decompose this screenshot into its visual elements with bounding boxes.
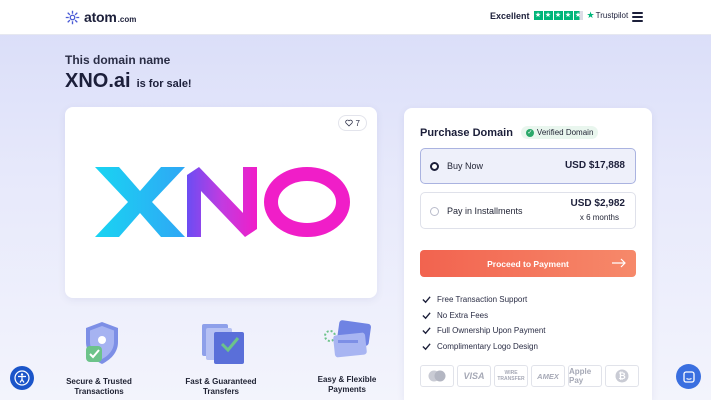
verified-label: Verified Domain xyxy=(536,128,594,137)
for-sale-text: is for sale! xyxy=(136,78,192,90)
verified-badge: ✓ Verified Domain xyxy=(520,126,599,139)
amex-icon: AMEX xyxy=(531,365,565,387)
option-price: USD $2,982 xyxy=(570,198,625,209)
xno-wordmark-logo xyxy=(95,167,350,237)
proceed-label: Proceed to Payment xyxy=(487,258,569,269)
atom-logo-icon xyxy=(65,10,80,24)
svg-text:₿: ₿ xyxy=(618,371,625,382)
trustpilot-star-icon: ★ xyxy=(586,10,595,20)
accessibility-icon xyxy=(14,370,30,386)
star-icon: ★ xyxy=(543,11,553,20)
feature-transfers: Fast & Guaranteed Transfers xyxy=(176,320,266,397)
purchase-card: Purchase Domain ✓ Verified Domain Buy No… xyxy=(404,108,652,400)
domain-logo-card: 7 xyxy=(65,107,377,298)
purchase-title: Purchase Domain xyxy=(420,126,513,139)
like-count: 7 xyxy=(355,118,360,128)
trustpilot-rating[interactable]: Excellent ★ ★ ★ ★ ★ ★ Trustpilot xyxy=(490,10,628,21)
check-icon xyxy=(422,296,431,304)
logo-suffix: .com xyxy=(117,14,137,24)
option-installments[interactable]: Pay in Installments USD $2,982 x 6 month… xyxy=(420,192,636,229)
chat-icon xyxy=(682,370,695,383)
trust-rating-label: Excellent xyxy=(490,10,530,21)
trustpilot-logo: ★ Trustpilot xyxy=(587,10,629,21)
page-title: XNO.ai is for sale! xyxy=(65,70,192,93)
page-subtitle: This domain name xyxy=(65,53,171,67)
payment-methods: VISA WIRE TRANSFER AMEX Apple Pay ₿ xyxy=(420,365,639,387)
benefit-item: Full Ownership Upon Payment xyxy=(422,323,546,339)
arrow-right-icon xyxy=(612,258,626,268)
check-icon xyxy=(422,312,431,319)
check-icon xyxy=(422,343,431,350)
accessibility-button[interactable] xyxy=(10,366,34,390)
option-label: Buy Now xyxy=(447,161,484,171)
top-header: atom .com Excellent ★ ★ ★ ★ ★ ★ Trustpil… xyxy=(0,0,711,35)
option-label: Pay in Installments xyxy=(447,206,523,216)
atom-logo[interactable]: atom .com xyxy=(65,9,136,25)
chat-button[interactable] xyxy=(676,364,701,389)
wire-transfer-icon: WIRE TRANSFER xyxy=(494,365,528,387)
option-price: USD $17,888 xyxy=(564,160,625,171)
feature-label: Easy & Flexible Payments xyxy=(317,375,377,394)
bitcoin-icon: ₿ xyxy=(605,365,639,387)
check-circle-icon: ✓ xyxy=(525,128,534,137)
apple-pay-icon: Apple Pay xyxy=(568,365,602,387)
option-duration: x 6 months xyxy=(579,213,619,222)
benefit-item: No Extra Fees xyxy=(422,308,546,324)
heart-icon xyxy=(344,119,353,127)
star-icon: ★ xyxy=(563,11,573,20)
proceed-to-payment-button[interactable]: Proceed to Payment xyxy=(420,250,636,277)
trustpilot-brand: Trustpilot xyxy=(595,11,629,20)
domain-name: XNO.ai xyxy=(65,70,131,92)
feature-secure: Secure & Trusted Transactions xyxy=(54,320,144,397)
transfer-folder-icon xyxy=(201,324,244,364)
radio-buy-now[interactable] xyxy=(430,162,439,171)
credit-cards-icon xyxy=(323,320,371,358)
option-buy-now[interactable]: Buy Now USD $17,888 xyxy=(420,148,636,184)
logo-text: atom xyxy=(84,9,117,25)
visa-icon: VISA xyxy=(457,365,491,387)
trust-stars: ★ ★ ★ ★ ★ xyxy=(533,11,583,20)
feature-payments: Easy & Flexible Payments xyxy=(302,318,392,395)
check-icon xyxy=(422,327,431,335)
star-icon: ★ xyxy=(553,11,563,20)
radio-installments[interactable] xyxy=(430,207,439,216)
feature-label: Fast & Guaranteed Transfers xyxy=(185,377,257,396)
benefits-list: Free Transaction Support No Extra Fees F… xyxy=(422,292,546,354)
benefit-item: Free Transaction Support xyxy=(422,292,546,308)
like-button[interactable]: 7 xyxy=(337,115,367,131)
star-icon: ★ xyxy=(533,11,543,20)
hamburger-icon[interactable] xyxy=(632,12,643,22)
star-icon: ★ xyxy=(573,11,583,20)
feature-label: Secure & Trusted Transactions xyxy=(66,377,132,396)
shield-check-icon xyxy=(85,322,118,364)
benefit-item: Complimentary Logo Design xyxy=(422,339,546,355)
mastercard-icon xyxy=(420,365,454,387)
purchase-header: Purchase Domain ✓ Verified Domain xyxy=(420,126,599,139)
